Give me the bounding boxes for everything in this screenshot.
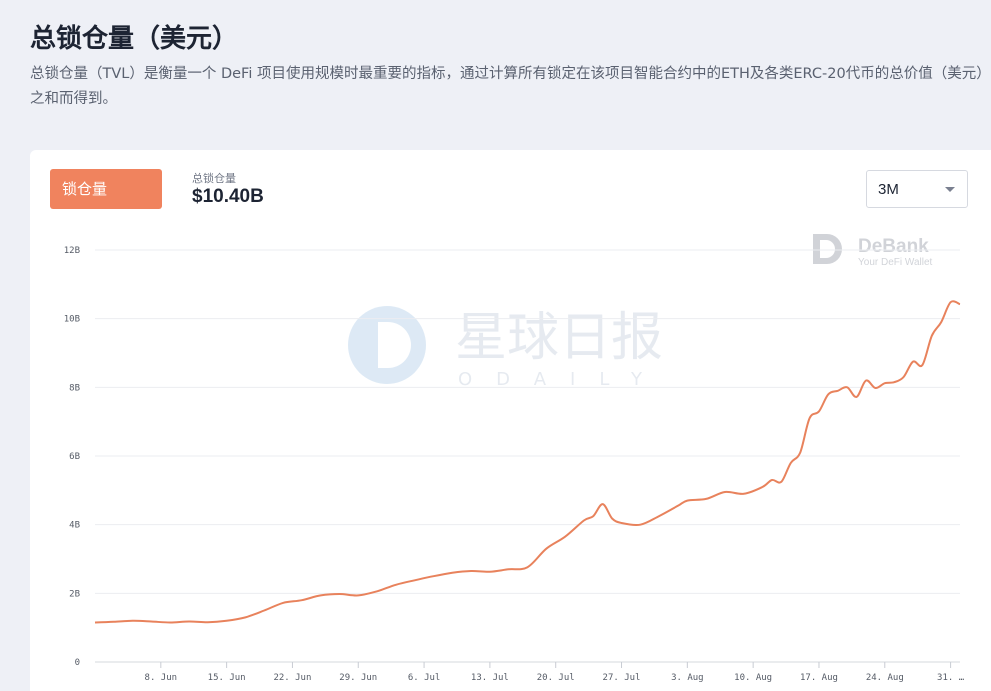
y-tick-label: 2B — [69, 589, 80, 599]
x-tick-label: 24. Aug — [866, 673, 904, 683]
x-tick-label: 31. … — [937, 673, 965, 683]
x-tick-label: 15. Jun — [208, 673, 246, 683]
tvl-line-chart: 星球日报 ODAILY DeBank Your DeFi Wallet 02B4… — [64, 234, 965, 683]
x-axis-labels: 8. Jun 15. Jun 22. Jun 29. Jun 6. Jul 13. Jul… — [95, 661, 965, 683]
x-tick-label: 27. Jul — [603, 673, 641, 683]
x-tick-label: 8. Jun — [145, 673, 178, 683]
debank-watermark-name: DeBank — [858, 236, 929, 257]
x-tick-label: 10. Aug — [734, 673, 772, 683]
y-tick-label: 6B — [69, 452, 80, 462]
y-tick-label: 8B — [69, 383, 80, 393]
y-tick-label: 12B — [64, 246, 80, 256]
y-tick-label: 0 — [75, 658, 80, 668]
x-tick-label: 20. Jul — [537, 673, 575, 683]
x-tick-label: 13. Jul — [471, 673, 509, 683]
x-tick-label: 17. Aug — [800, 673, 838, 683]
x-tick-label: 29. Jun — [339, 673, 377, 683]
y-axis-labels: 0 2B 4B 6B 8B 10B 12B — [64, 246, 80, 668]
x-tick-label: 3. Aug — [671, 673, 704, 683]
debank-watermark-tagline: Your DeFi Wallet — [858, 257, 933, 268]
x-tick-label: 22. Jun — [273, 673, 311, 683]
y-tick-label: 10B — [64, 315, 80, 325]
debank-logo-icon — [813, 234, 842, 264]
odaily-watermark-cn: 星球日报 — [455, 308, 663, 368]
y-tick-label: 4B — [69, 521, 80, 531]
x-tick-label: 6. Jul — [408, 673, 441, 683]
debank-watermark: DeBank Your DeFi Wallet — [813, 234, 933, 268]
